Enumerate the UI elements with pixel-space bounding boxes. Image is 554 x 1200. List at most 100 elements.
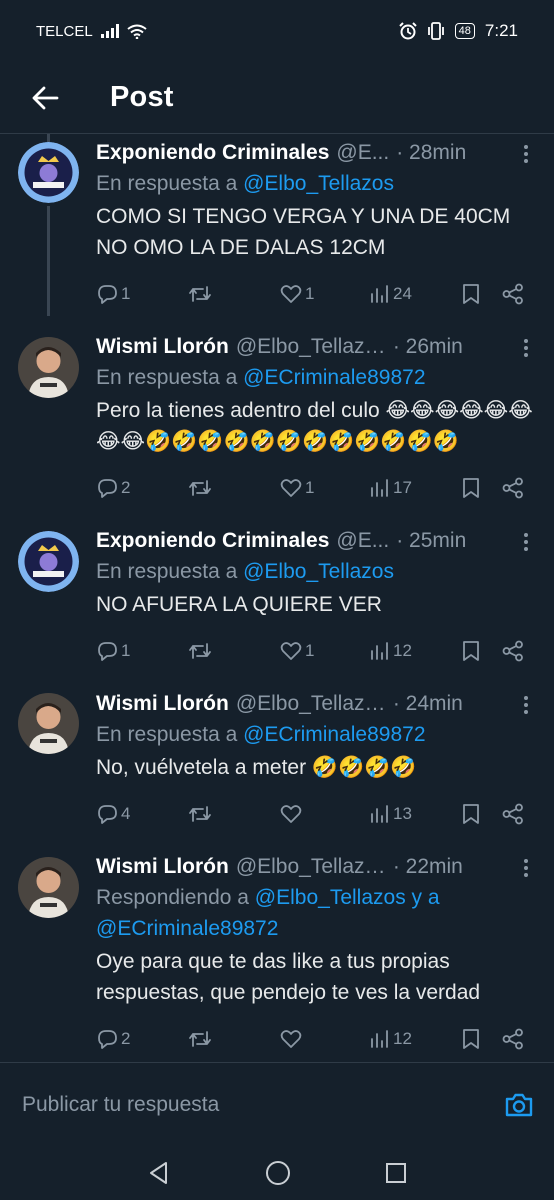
more-options-icon[interactable] [522, 142, 530, 166]
nav-recents-icon[interactable] [385, 1162, 407, 1184]
reply-button[interactable]: 2 [96, 478, 130, 498]
reply-icon [98, 1030, 117, 1049]
reply-composer [0, 1062, 554, 1146]
like-count: 1 [305, 478, 315, 497]
reply-context: En respuesta a @Elbo_Tellazos [96, 168, 534, 199]
nav-back-icon[interactable] [147, 1161, 171, 1185]
tweet-body: Wismi Llorón @Elbo_Tellazos · 22min Resp… [96, 852, 534, 1008]
like-button[interactable]: 1 [280, 478, 314, 498]
tweet-time: · 26min [392, 335, 463, 358]
reply-mention[interactable]: @ECriminale89872 [243, 723, 425, 746]
reply-icon [98, 642, 117, 661]
like-button[interactable]: 1 [280, 641, 314, 661]
reply-mention[interactable]: @Elbo_Tellazos [243, 560, 394, 583]
vibrate-icon [427, 22, 444, 40]
views-button[interactable]: 17 [370, 478, 412, 498]
alarm-icon [398, 22, 417, 40]
retweet-icon [189, 286, 211, 302]
views-icon [371, 285, 388, 303]
like-icon [280, 1030, 302, 1048]
like-count: 1 [305, 284, 315, 303]
like-button[interactable] [280, 1029, 305, 1049]
retweet-button[interactable] [188, 1029, 215, 1049]
author-name[interactable]: Wismi Llorón [96, 852, 229, 882]
bookmark-button[interactable] [462, 640, 480, 662]
more-options-icon[interactable] [522, 693, 530, 717]
status-left: TELCEL [36, 23, 147, 40]
avatar[interactable] [18, 142, 79, 203]
share-button[interactable] [502, 477, 524, 499]
reply-prefix: En respuesta a [96, 366, 244, 389]
retweet-button[interactable] [188, 804, 215, 824]
like-icon [280, 805, 302, 823]
tweet-header: Wismi Llorón @Elbo_Tellazos · 26min [96, 332, 534, 362]
author-handle[interactable]: @Elbo_Tellazos [236, 689, 386, 719]
bookmark-button[interactable] [462, 803, 480, 825]
back-button[interactable] [0, 86, 90, 110]
author-name[interactable]: Wismi Llorón [96, 689, 229, 719]
views-count: 24 [393, 284, 412, 303]
views-button[interactable]: 24 [370, 284, 412, 304]
bookmark-button[interactable] [462, 1028, 480, 1050]
author-handle[interactable]: @E... [336, 526, 389, 556]
reply-context: En respuesta a @ECriminale89872 [96, 362, 534, 393]
tweet-body: Wismi Llorón @Elbo_Tellazos · 24min En r… [96, 689, 534, 783]
avatar[interactable] [18, 531, 79, 592]
more-options-icon[interactable] [522, 530, 530, 554]
avatar[interactable] [18, 693, 79, 754]
author-handle[interactable]: @Elbo_Tellazos [236, 852, 386, 882]
nav-home-icon[interactable] [265, 1160, 291, 1186]
reply-prefix: Respondiendo a [96, 886, 255, 909]
retweet-button[interactable] [188, 641, 215, 661]
views-count: 17 [393, 478, 412, 497]
author-name[interactable]: Exponiendo Criminales [96, 526, 329, 556]
like-count: 1 [305, 641, 315, 660]
camera-icon[interactable] [504, 1092, 534, 1118]
author-handle[interactable]: @E... [336, 138, 389, 168]
page-title: Post [110, 81, 174, 113]
more-options-icon[interactable] [522, 336, 530, 360]
like-button[interactable] [280, 804, 305, 824]
views-button[interactable]: 12 [370, 641, 412, 661]
share-button[interactable] [502, 640, 524, 662]
share-button[interactable] [502, 803, 524, 825]
retweet-button[interactable] [188, 284, 215, 304]
reply-icon [98, 479, 117, 498]
author-name[interactable]: Wismi Llorón [96, 332, 229, 362]
views-button[interactable]: 13 [370, 804, 412, 824]
retweet-button[interactable] [188, 478, 215, 498]
reply-mention-2[interactable]: @ECriminale89872 [96, 917, 278, 940]
avatar[interactable] [18, 857, 79, 918]
tweet-text: Pero la tienes adentro del culo 😂😂😂😂😂😂😂😂… [96, 399, 533, 453]
share-button[interactable] [502, 283, 524, 305]
tweet-actions: 1 1 24 [96, 279, 534, 309]
author-handle[interactable]: @Elbo_Tellazos [236, 332, 386, 362]
reply-icon [98, 805, 117, 824]
tweet-time: · 22min [392, 855, 463, 878]
reply-prefix: En respuesta a [96, 172, 244, 195]
reply-button[interactable]: 1 [96, 641, 130, 661]
author-name[interactable]: Exponiendo Criminales [96, 138, 329, 168]
more-options-icon[interactable] [522, 856, 530, 880]
reply-mention[interactable]: @ECriminale89872 [243, 366, 425, 389]
reply-button[interactable]: 1 [96, 284, 130, 304]
like-button[interactable]: 1 [280, 284, 314, 304]
tweet-text: NO AFUERA LA QUIERE VER [96, 593, 382, 616]
share-button[interactable] [502, 1028, 524, 1050]
bookmark-button[interactable] [462, 283, 480, 305]
reply-context: En respuesta a @Elbo_Tellazos [96, 556, 534, 587]
reply-button[interactable]: 4 [96, 804, 130, 824]
reply-input[interactable] [20, 1091, 504, 1118]
reply-mention[interactable]: @Elbo_Tellazos y a [255, 886, 440, 909]
system-nav-bar [0, 1146, 554, 1200]
like-icon [280, 642, 302, 660]
views-button[interactable]: 12 [370, 1029, 412, 1049]
reply-mention[interactable]: @Elbo_Tellazos [243, 172, 394, 195]
views-count: 12 [393, 1029, 412, 1048]
bookmark-button[interactable] [462, 477, 480, 499]
clock: 7:21 [484, 21, 518, 40]
avatar[interactable] [18, 337, 79, 398]
views-icon [371, 1030, 388, 1048]
retweet-icon [189, 806, 211, 822]
reply-button[interactable]: 2 [96, 1029, 130, 1049]
